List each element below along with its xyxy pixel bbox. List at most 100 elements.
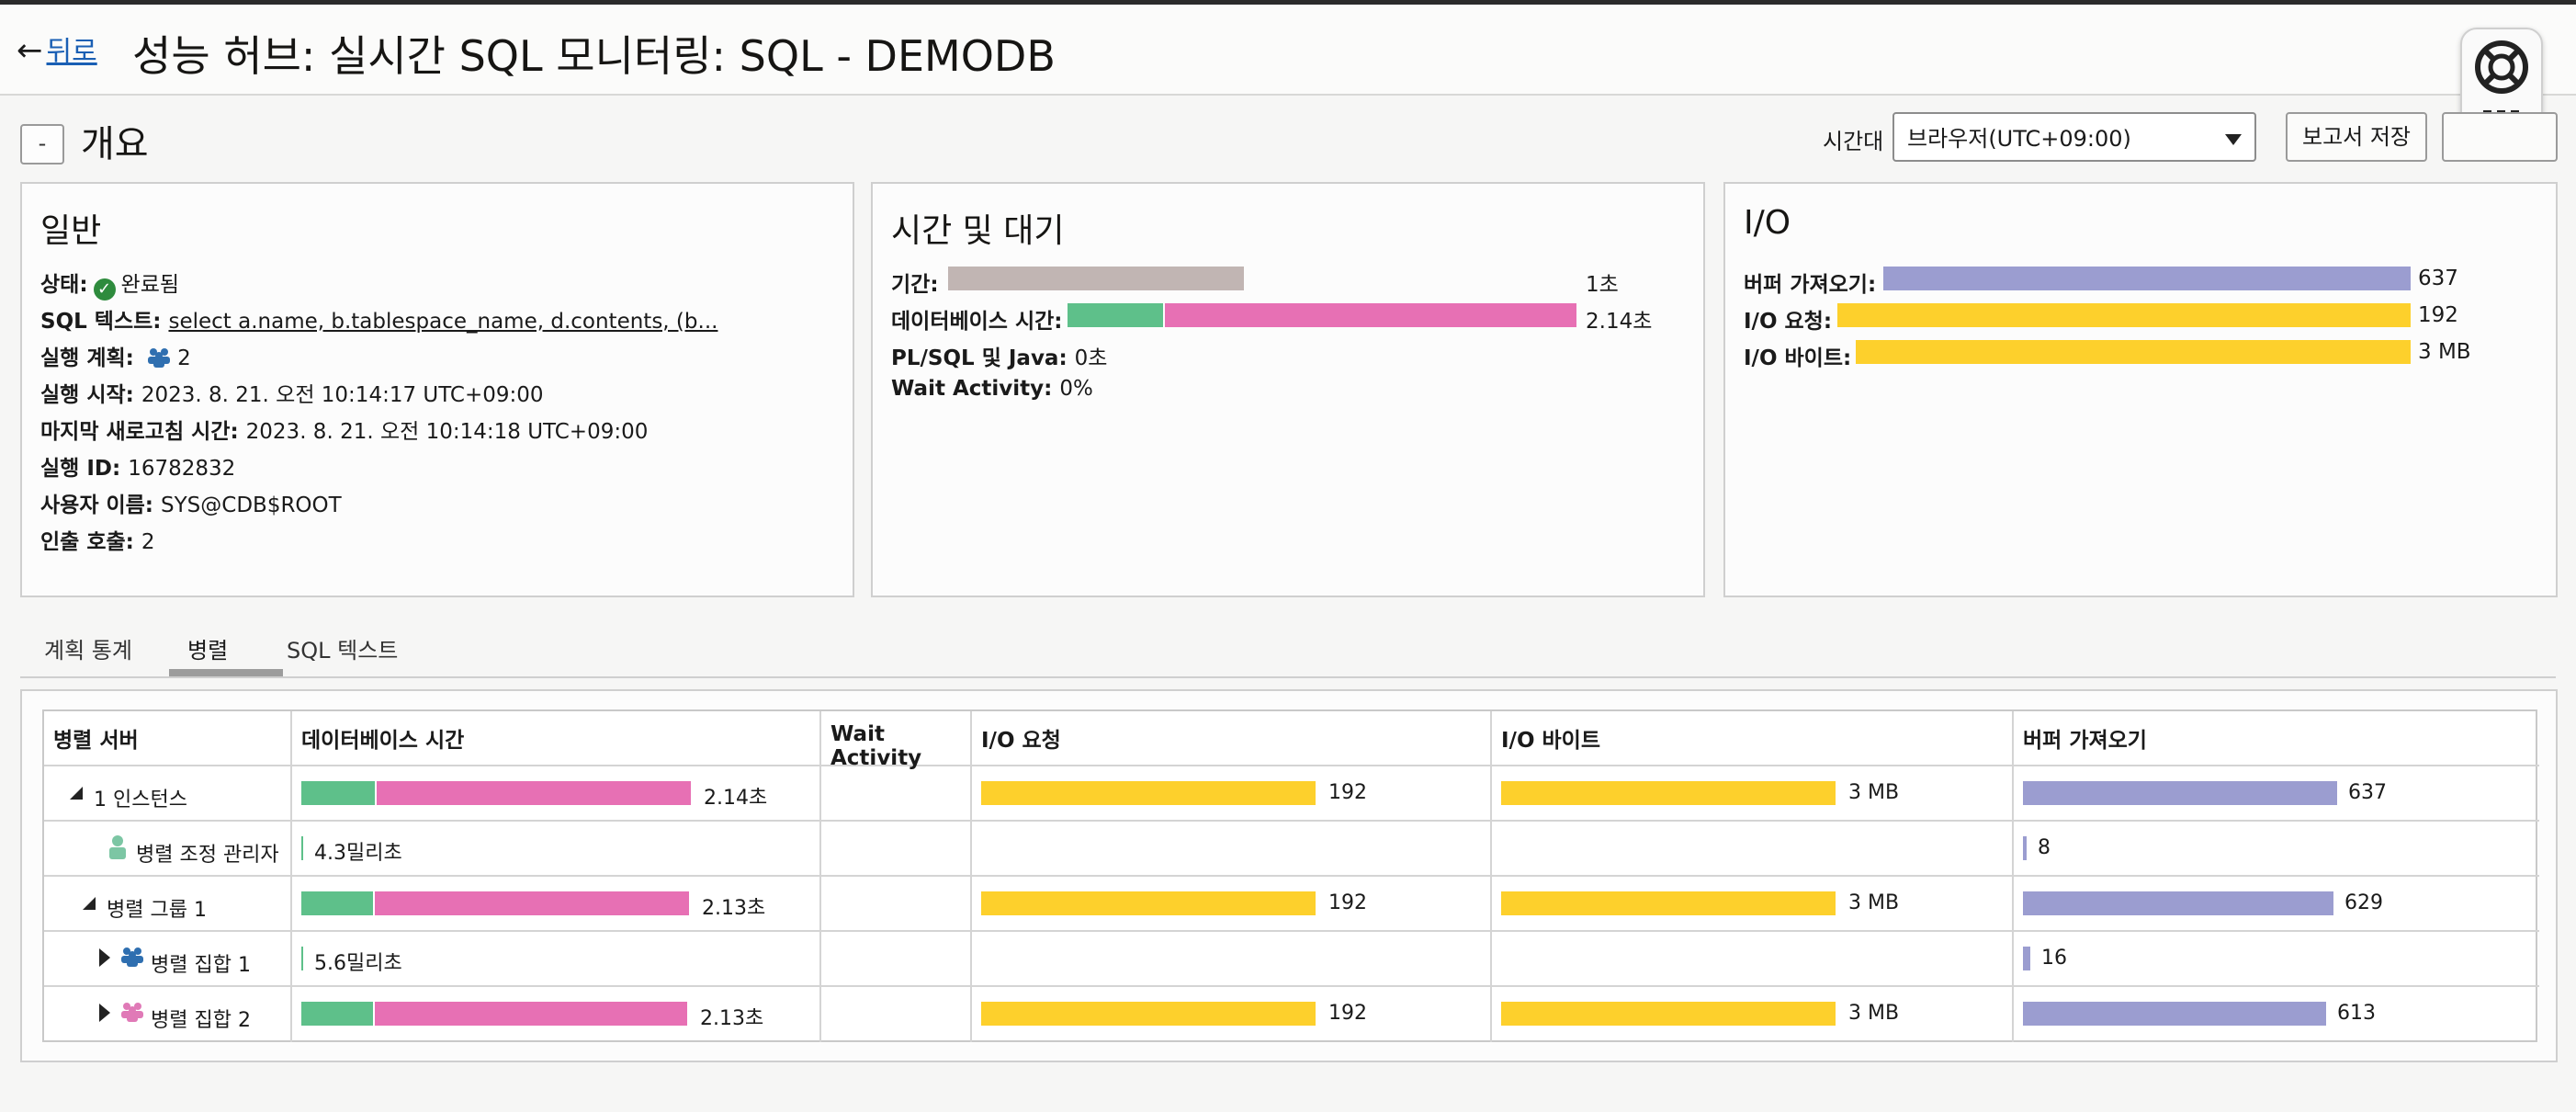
tab-parallel[interactable]: 병렬 (187, 632, 228, 664)
collapse-triangle-icon[interactable] (70, 787, 83, 800)
expand-triangle-icon[interactable] (99, 1004, 110, 1022)
buffer-bar (2023, 781, 2337, 805)
sql-text-label: SQL 텍스트: (40, 310, 162, 334)
refresh-label: 마지막 새로고침 시간: (40, 420, 239, 444)
buffer-cell: 613 (2014, 987, 2539, 1042)
back-link[interactable]: 뒤로 (47, 36, 97, 68)
tab-sql-text[interactable]: SQL 텍스트 (287, 632, 398, 664)
sql-text-link[interactable]: select a.name, b.tablespace_name, d.cont… (168, 310, 717, 334)
lifebuoy-icon (2475, 40, 2528, 94)
overview-title: 개요 (81, 123, 149, 165)
wait-value: 0% (1059, 377, 1093, 401)
buffer-cell: 637 (2014, 766, 2539, 822)
refresh-value: 2023. 8. 21. 오전 10:14:18 UTC+09:00 (245, 420, 649, 444)
exec-id-label: 실행 ID: (40, 457, 121, 481)
table-row[interactable]: 병렬 그룹 1 (44, 877, 292, 932)
fetch-value: 2 (141, 530, 155, 554)
io-req-label: I/O 요청: (1744, 310, 1833, 334)
io-bytes-value: 3 MB (2418, 340, 2471, 364)
db-time-value: 5.6밀리초 (314, 952, 402, 975)
io-bytes-cell: 3 MB (1492, 877, 2014, 932)
expand-triangle-icon[interactable] (99, 948, 110, 967)
header-buffer-gets[interactable]: 버퍼 가져오기 (2014, 711, 2539, 766)
plsql-value: 0초 (1074, 346, 1108, 370)
io-req-bar (1837, 303, 2411, 327)
header-parallel-server[interactable]: 병렬 서버 (44, 711, 292, 766)
timezone-value: 브라우저(UTC+09:00) (1907, 126, 2131, 152)
wait-cell (821, 932, 972, 987)
io-title: I/O (1744, 204, 1791, 242)
header-wait-activity[interactable]: Wait Activity (821, 711, 972, 770)
io-req-cell (972, 822, 1492, 877)
buffer-bar (2023, 1002, 2326, 1026)
buffer-value: 16 (2041, 947, 2067, 970)
plsql-row: PL/SQL 및 Java: 0초 (891, 340, 1107, 371)
collapse-overview-button[interactable]: - (20, 124, 64, 165)
cpu-bar (301, 781, 375, 805)
table-row[interactable]: 병렬 집합 1 (44, 932, 292, 987)
active-tab-indicator (169, 669, 283, 676)
buffer-value: 637 (2418, 267, 2458, 290)
io-bytes-bar (1501, 1002, 1836, 1026)
status-label: 상태: (40, 273, 88, 297)
back-link-container[interactable]: ← 뒤로 (17, 28, 97, 69)
back-arrow-icon: ← (17, 32, 43, 69)
io-bytes-bar (1856, 340, 2411, 364)
wait-label: Wait Activity: (891, 377, 1053, 401)
timezone-select[interactable]: 브라우저(UTC+09:00) (1892, 112, 2256, 162)
parallel-panel: 병렬 서버 데이터베이스 시간 Wait Activity I/O 요청 I/O… (20, 689, 2558, 1062)
db-time-cell: 4.3밀리초 (292, 822, 821, 877)
io-req-cell: 192 (972, 987, 1492, 1042)
duration-value: 1초 (1586, 273, 1619, 297)
exec-id-value: 16782832 (128, 457, 236, 481)
parallel-table: 병렬 서버 데이터베이스 시간 Wait Activity I/O 요청 I/O… (42, 709, 2539, 1042)
table-row[interactable]: 병렬 집합 2 (44, 987, 292, 1042)
header-db-time[interactable]: 데이터베이스 시간 (292, 711, 821, 766)
table-row[interactable]: 병렬 조정 관리자 (44, 822, 292, 877)
user-value: SYS@CDB$ROOT (161, 494, 342, 517)
header-io-bytes[interactable]: I/O 바이트 (1492, 711, 2014, 766)
refresh-row: 마지막 새로고침 시간: 2023. 8. 21. 오전 10:14:18 UTC… (40, 414, 648, 445)
plan-row: 실행 계획: 2 (40, 340, 191, 371)
db-time-value: 4.3밀리초 (314, 842, 402, 865)
io-bytes-cell (1492, 932, 2014, 987)
duration-label: 기간: (891, 273, 939, 297)
db-time-cell: 2.13초 (292, 877, 821, 932)
plsql-label: PL/SQL 및 Java: (891, 346, 1068, 370)
buffer-label: 버퍼 가져오기: (1744, 273, 1877, 297)
table-row[interactable]: 1 인스턴스 (44, 766, 292, 822)
db-time-label: 데이터베이스 시간: (891, 310, 1063, 334)
buffer-cell: 8 (2014, 822, 2539, 877)
row-name: 병렬 그룹 1 (107, 899, 207, 922)
cpu-bar (301, 891, 373, 915)
tab-plan-stats[interactable]: 계획 통계 (44, 632, 132, 664)
io-time-bar (375, 1002, 687, 1026)
wait-cell (821, 822, 972, 877)
io-req-bar (981, 1002, 1316, 1026)
io-bytes-cell: 3 MB (1492, 766, 2014, 822)
header-io-requests[interactable]: I/O 요청 (972, 711, 1492, 766)
io-req-value: 192 (1328, 1002, 1367, 1025)
collapse-triangle-icon[interactable] (83, 897, 96, 910)
time-wait-title: 시간 및 대기 (891, 212, 1065, 250)
fetch-row: 인출 호출: 2 (40, 524, 155, 555)
duration-label-wrap: 기간: (891, 267, 939, 298)
more-actions-button[interactable] (2442, 112, 2558, 162)
timezone-label: 시간대 (1823, 129, 1884, 154)
sql-text-row: SQL 텍스트: select a.name, b.tablespace_name… (40, 303, 717, 335)
wait-cell (821, 987, 972, 1042)
db-time-cell: 2.13초 (292, 987, 821, 1042)
chevron-down-icon (2225, 134, 2242, 145)
save-report-button[interactable]: 보고서 저장 (2286, 112, 2427, 162)
start-row: 실행 시작: 2023. 8. 21. 오전 10:14:17 UTC+09:00 (40, 377, 544, 408)
io-time-bar (375, 891, 689, 915)
io-bytes-bar (1501, 891, 1836, 915)
status-value: 완료됨 (120, 273, 180, 297)
buffer-bar (2023, 836, 2027, 860)
row-name: 병렬 조정 관리자 (136, 844, 279, 867)
io-req-cell (972, 932, 1492, 987)
status-row: 상태: ✓ 완료됨 (40, 267, 179, 301)
io-bytes-cell: 3 MB (1492, 987, 2014, 1042)
row-name: 병렬 집합 1 (151, 954, 251, 977)
io-bytes-label-wrap: I/O 바이트: (1744, 340, 1851, 371)
